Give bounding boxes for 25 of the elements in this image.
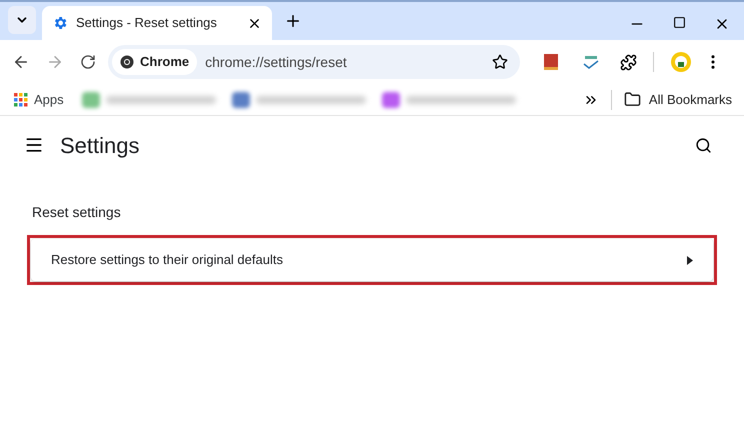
new-tab-icon[interactable]	[284, 12, 302, 30]
folder-icon	[624, 91, 641, 108]
back-icon[interactable]	[12, 53, 30, 71]
chrome-chip[interactable]: Chrome	[112, 49, 198, 75]
caret-right-icon	[687, 256, 693, 264]
extensions-icon[interactable]	[620, 54, 637, 70]
gear-icon	[52, 15, 68, 31]
spellcheck-icon[interactable]	[582, 55, 600, 69]
apps-grid-icon	[14, 92, 28, 106]
browser-tab[interactable]: Settings - Reset settings	[42, 6, 272, 40]
tab-title: Settings - Reset settings	[76, 14, 218, 32]
bookmark-star-icon[interactable]	[492, 54, 508, 70]
address-bar[interactable]: Chrome chrome://settings/reset	[108, 45, 520, 79]
apps-bookmark[interactable]: Apps	[8, 86, 70, 114]
section-heading: Reset settings	[32, 203, 122, 222]
reload-icon[interactable]	[80, 54, 96, 70]
page-title: Settings	[60, 132, 140, 160]
avatar-icon[interactable]	[670, 51, 692, 73]
url-text: chrome://settings/reset	[205, 52, 348, 72]
all-bookmarks-button[interactable]: All Bookmarks	[624, 90, 736, 110]
book-icon[interactable]	[544, 54, 558, 70]
maximize-icon[interactable]	[673, 16, 686, 29]
search-icon[interactable]	[695, 136, 712, 154]
tab-search-button[interactable]	[8, 6, 36, 34]
settings-row[interactable]: Restore settings to their original defaults	[31, 239, 713, 281]
